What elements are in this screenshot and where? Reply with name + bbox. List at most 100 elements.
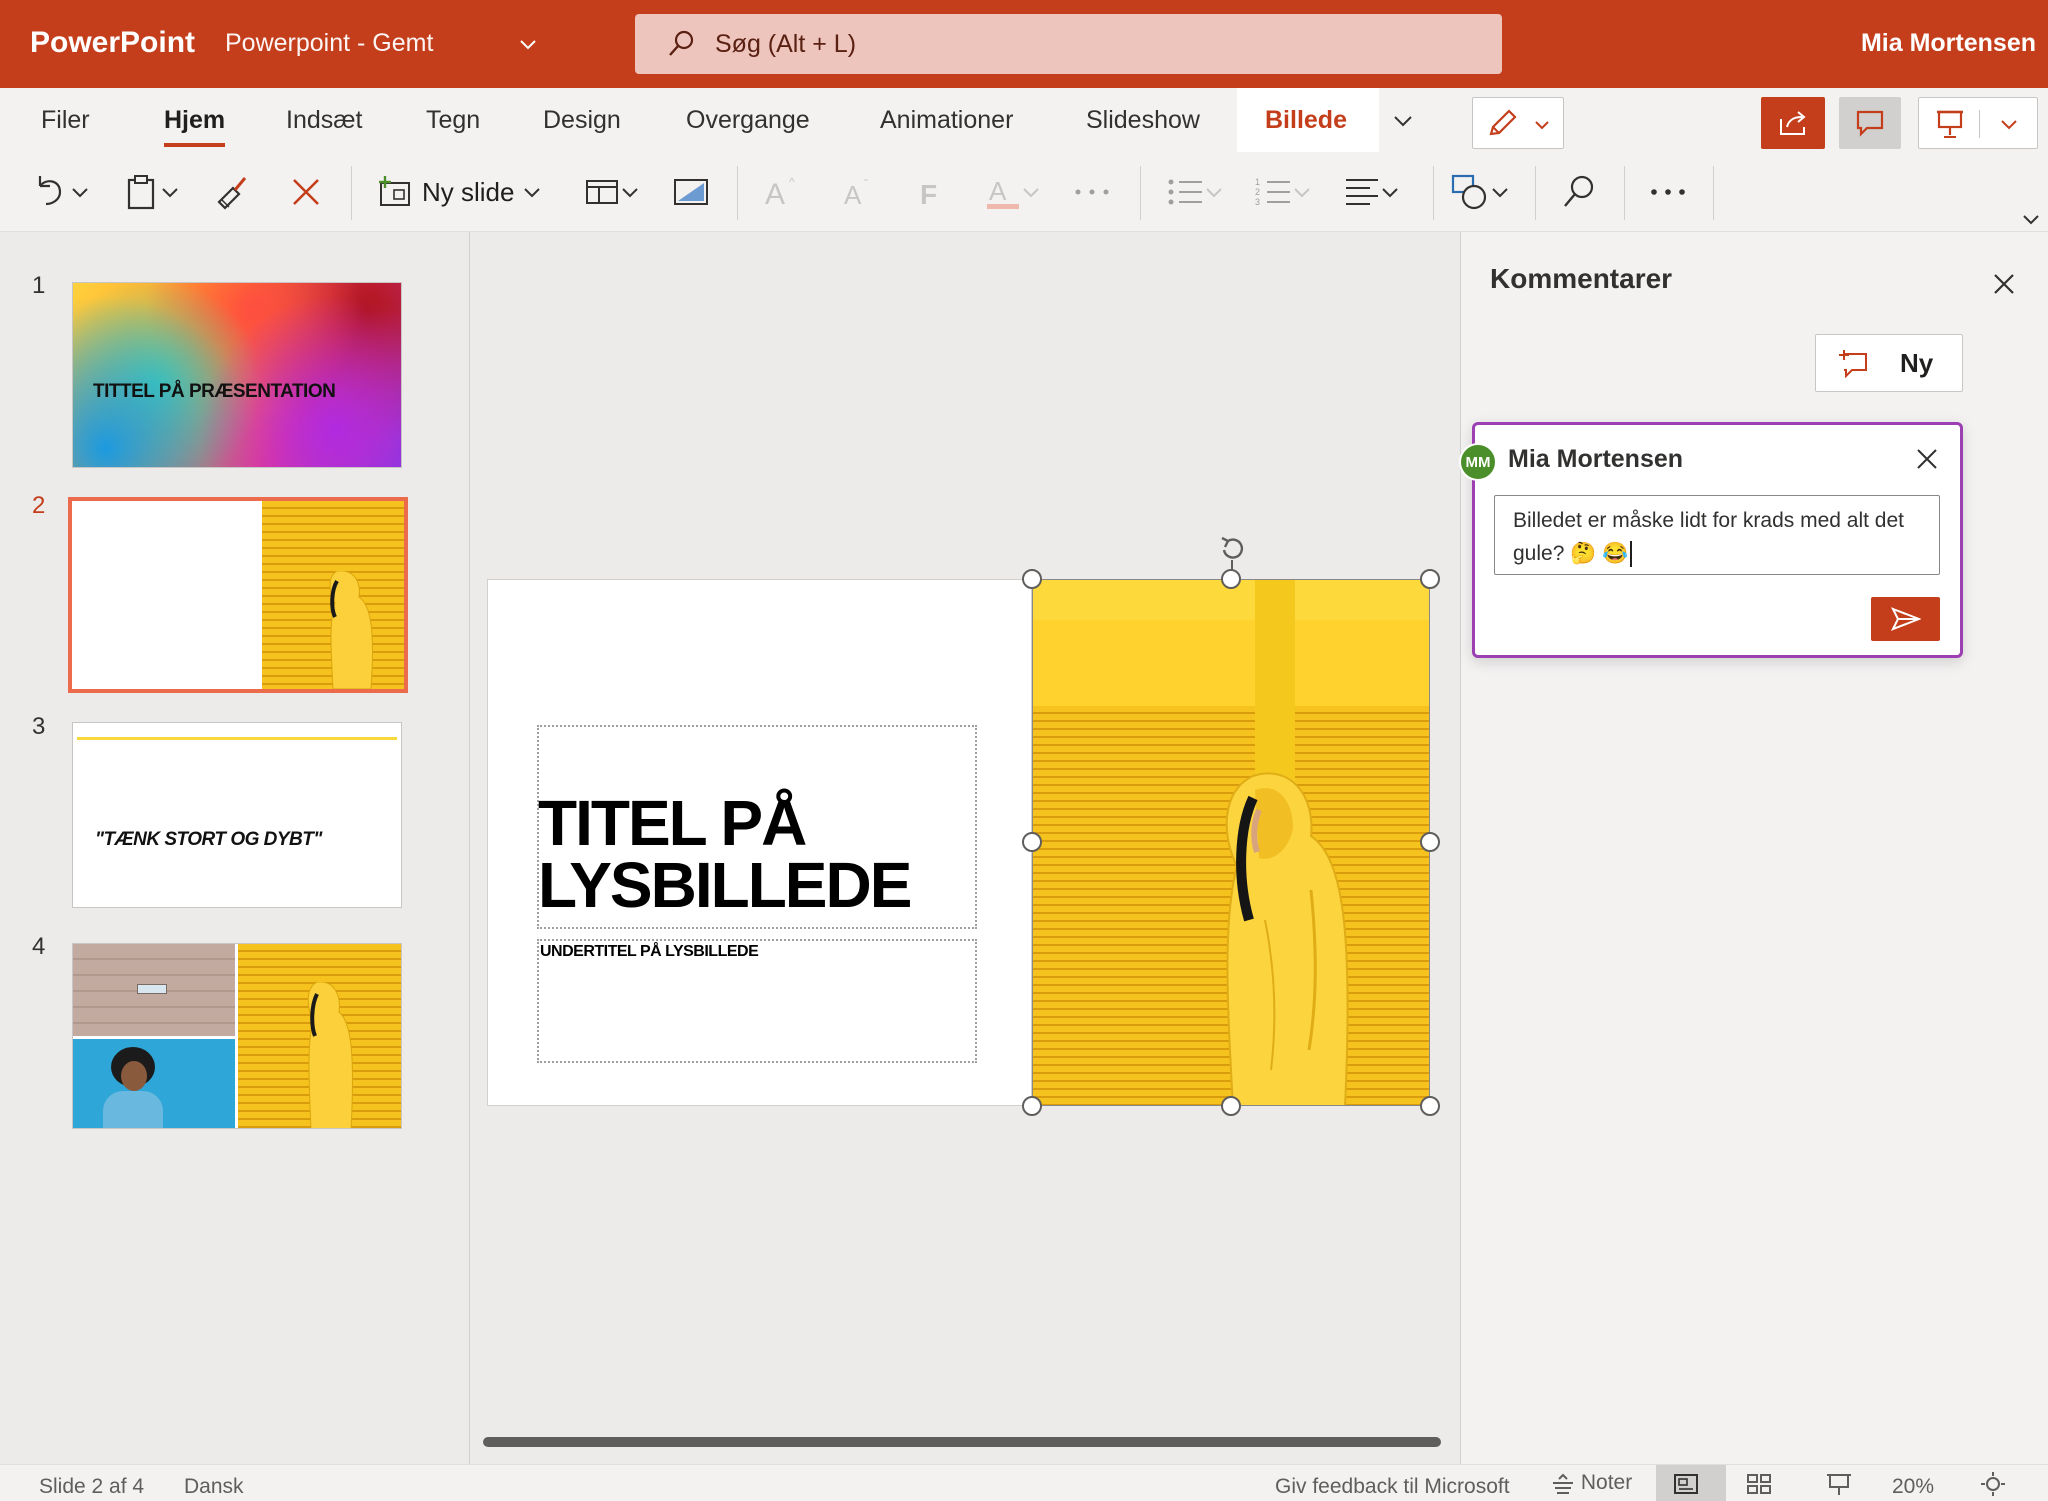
tab-filer[interactable]: Filer <box>41 106 90 135</box>
person-figure-icon <box>329 571 373 689</box>
language-indicator[interactable]: Dansk <box>184 1475 244 1499</box>
toolbar-separator <box>1433 166 1434 220</box>
resize-handle-bottom-left[interactable] <box>1022 1096 1042 1116</box>
shapes-button[interactable] <box>1450 172 1510 212</box>
horizontal-scrollbar[interactable] <box>483 1437 1441 1447</box>
slide-thumbnail-4[interactable] <box>72 943 402 1129</box>
svg-text:F: F <box>920 179 937 210</box>
slide-thumbnail-3[interactable]: "TÆNK STORT OG DYBT" <box>72 722 402 908</box>
new-comment-label: Ny <box>1900 347 1934 378</box>
shapes-icon <box>1451 174 1487 210</box>
layout-button[interactable] <box>584 172 640 212</box>
numbered-list-icon: 123 <box>1255 177 1290 207</box>
notes-button[interactable]: Noter <box>1551 1471 1632 1495</box>
chevron-down-icon[interactable] <box>518 34 538 54</box>
align-button[interactable] <box>1344 172 1400 212</box>
search-input[interactable] <box>715 24 1415 64</box>
slide-title[interactable]: TITEL PÅ LYSBILLEDE <box>538 791 978 917</box>
chevron-down-icon[interactable] <box>1390 108 1416 134</box>
share-button[interactable] <box>1761 97 1825 149</box>
tab-hjem[interactable]: Hjem <box>164 106 226 147</box>
decrease-font-button: Aˇ <box>842 172 878 212</box>
new-slide-button[interactable]: Ny slide <box>376 172 542 212</box>
notes-label: Noter <box>1580 1471 1633 1494</box>
document-title[interactable]: Powerpoint - Gemt <box>225 29 433 58</box>
slide-number: 2 <box>32 492 46 519</box>
bold-button: F <box>918 172 948 212</box>
slide-thumbnail-2[interactable] <box>68 497 408 693</box>
present-icon <box>1937 110 1963 138</box>
comments-toggle-button[interactable] <box>1839 97 1901 149</box>
delete-button[interactable] <box>288 172 324 212</box>
slide-sorter-button[interactable] <box>1746 1471 1772 1497</box>
send-comment-button[interactable] <box>1871 597 1940 641</box>
svg-text:ˇ: ˇ <box>864 177 868 191</box>
reading-view-button[interactable] <box>1826 1471 1852 1497</box>
svg-text:A: A <box>844 180 862 210</box>
selected-picture[interactable] <box>1032 579 1430 1106</box>
chevron-down-icon <box>1206 188 1222 198</box>
comment-input[interactable]: Billedet er måske lidt for krads med alt… <box>1494 495 1940 575</box>
resize-handle-top-right[interactable] <box>1420 569 1440 589</box>
resize-handle-bottom-right[interactable] <box>1420 1096 1440 1116</box>
zoom-level[interactable]: 20% <box>1892 1475 1934 1499</box>
photo-panel <box>1033 580 1429 706</box>
chevron-down-icon[interactable] <box>1999 114 2019 134</box>
search-box[interactable] <box>635 14 1502 74</box>
reset-slide-button[interactable] <box>672 172 710 212</box>
share-icon <box>1780 111 1806 135</box>
new-comment-button[interactable]: Ny <box>1815 334 1963 392</box>
resize-handle-bottom[interactable] <box>1221 1096 1241 1116</box>
undo-icon <box>38 176 62 206</box>
draw-pen-button[interactable] <box>1472 97 1564 149</box>
slide-background-icon <box>674 179 708 205</box>
tab-indsaet[interactable]: Indsæt <box>286 106 362 135</box>
chevron-down-icon[interactable] <box>2020 208 2042 230</box>
chevron-down-icon <box>1382 188 1398 198</box>
svg-text:3: 3 <box>1255 197 1260 207</box>
tab-billede[interactable]: Billede <box>1265 106 1347 135</box>
chevron-down-icon <box>1023 188 1039 198</box>
normal-view-button[interactable] <box>1673 1471 1699 1497</box>
svg-text:A: A <box>765 178 785 210</box>
tab-tegn[interactable]: Tegn <box>426 106 480 135</box>
status-bar: Slide 2 af 4 Dansk Giv feedback til Micr… <box>0 1464 2048 1501</box>
resize-handle-top[interactable] <box>1221 569 1241 589</box>
present-button[interactable] <box>1918 97 2038 149</box>
tab-slideshow[interactable]: Slideshow <box>1086 106 1200 135</box>
bold-icon: F <box>920 179 937 210</box>
toolbar-separator <box>1624 166 1625 220</box>
new-comment-icon <box>1839 350 1867 378</box>
resize-handle-top-left[interactable] <box>1022 569 1042 589</box>
app-name[interactable]: PowerPoint <box>30 26 195 60</box>
fit-to-window-button[interactable] <box>1980 1471 2006 1497</box>
tab-animationer[interactable]: Animationer <box>880 106 1013 135</box>
feedback-link[interactable]: Giv feedback til Microsoft <box>1275 1475 1510 1499</box>
slide-thumbnail-1[interactable]: TITTEL PÅ PRÆSENTATION <box>72 282 402 468</box>
close-icon[interactable] <box>1914 446 1940 472</box>
bullet-list-icon <box>1168 179 1202 205</box>
find-button[interactable] <box>1560 172 1598 212</box>
present-icon <box>1827 1474 1851 1495</box>
more-options-button[interactable] <box>1648 172 1688 212</box>
undo-button[interactable] <box>30 172 90 212</box>
font-color-button: A <box>985 172 1041 212</box>
comments-pane <box>1460 232 2048 1464</box>
tab-overgange[interactable]: Overgange <box>686 106 810 135</box>
account-name[interactable]: Mia Mortensen <box>1861 29 2036 58</box>
slide-subtitle[interactable]: UNDERTITEL PÅ LYSBILLEDE <box>540 943 759 961</box>
format-painter-button[interactable] <box>213 172 253 212</box>
resize-handle-right[interactable] <box>1420 832 1440 852</box>
font-increase-icon: A ^ <box>765 175 795 210</box>
person-figure-icon <box>1225 772 1349 1105</box>
chevron-down-icon <box>162 188 178 198</box>
slide-number: 1 <box>32 272 46 299</box>
comment-text: Billedet er måske lidt for krads med alt… <box>1513 509 1905 565</box>
text-cursor <box>1630 541 1633 568</box>
paste-button[interactable] <box>124 172 180 212</box>
resize-handle-left[interactable] <box>1022 832 1042 852</box>
close-icon[interactable] <box>1990 270 2018 298</box>
comment-icon <box>1856 110 1884 137</box>
thumbnail-photo-smiling-woman <box>73 1039 235 1128</box>
tab-design[interactable]: Design <box>543 106 621 135</box>
